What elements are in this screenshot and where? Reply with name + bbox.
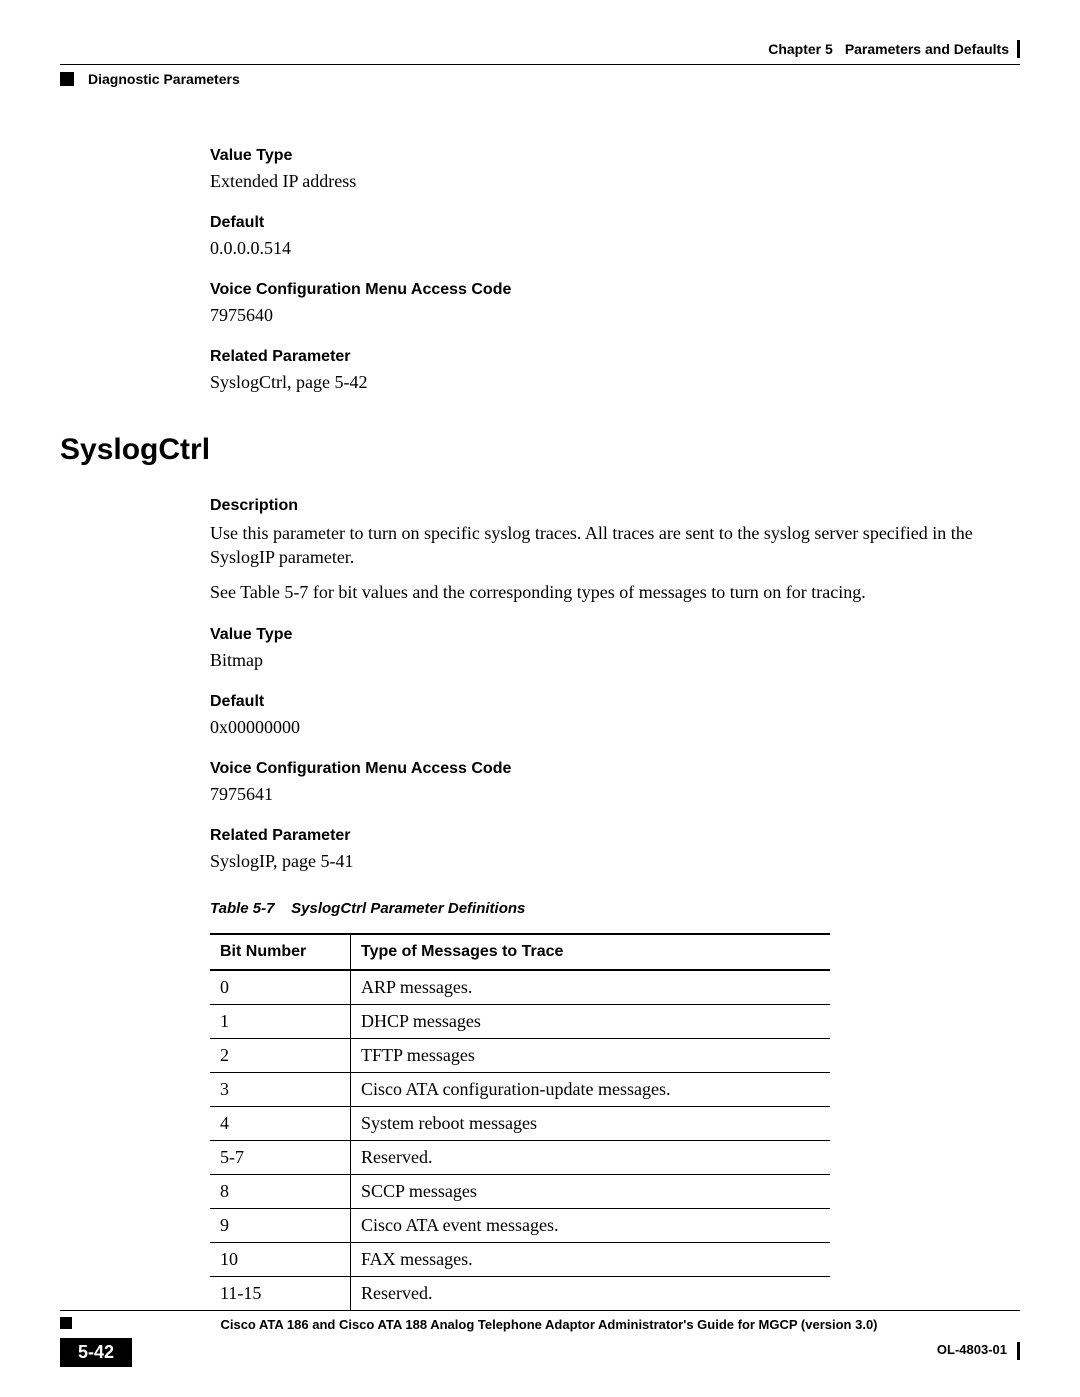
- footer-square-icon: [60, 1317, 72, 1329]
- table-row: 4System reboot messages: [210, 1106, 830, 1140]
- value-type-label: Value Type: [210, 147, 1020, 165]
- page-footer: Cisco ATA 186 and Cisco ATA 188 Analog T…: [60, 1310, 1020, 1367]
- default-label: Default: [210, 214, 1020, 232]
- book-title: Cisco ATA 186 and Cisco ATA 188 Analog T…: [78, 1317, 1020, 1332]
- footer-bar-icon: [1017, 1342, 1020, 1360]
- message-type-cell: FAX messages.: [351, 1242, 831, 1276]
- vcmac-label: Voice Configuration Menu Access Code: [210, 760, 1020, 778]
- chapter-label: Chapter 5: [768, 41, 833, 57]
- table-header-row: Bit Number Type of Messages to Trace: [210, 934, 830, 970]
- square-icon: [60, 72, 74, 86]
- default-value: 0.0.0.0.514: [210, 238, 1020, 259]
- table-title: SyslogCtrl Parameter Definitions: [291, 900, 525, 917]
- header-bar-icon: [1017, 40, 1020, 58]
- description-text-2: See Table 5-7 for bit values and the cor…: [210, 580, 1020, 604]
- value-type-label: Value Type: [210, 626, 1020, 644]
- bit-number-cell: 5-7: [210, 1140, 351, 1174]
- message-type-cell: Cisco ATA configuration-update messages.: [351, 1072, 831, 1106]
- vcmac-value: 7975640: [210, 305, 1020, 326]
- table-row: 9Cisco ATA event messages.: [210, 1208, 830, 1242]
- table-row: 3Cisco ATA configuration-update messages…: [210, 1072, 830, 1106]
- related-param-label: Related Parameter: [210, 827, 1020, 845]
- bit-number-cell: 8: [210, 1174, 351, 1208]
- message-type-cell: ARP messages.: [351, 970, 831, 1005]
- page-number: 5-42: [60, 1338, 132, 1367]
- bit-number-cell: 9: [210, 1208, 351, 1242]
- parameter-block-syslogip-continued: Value Type Extended IP address Default 0…: [210, 147, 1020, 393]
- message-type-cell: TFTP messages: [351, 1038, 831, 1072]
- parameter-block-syslogctrl: Description Use this parameter to turn o…: [210, 497, 1020, 1311]
- table-row: 8SCCP messages: [210, 1174, 830, 1208]
- bit-number-cell: 2: [210, 1038, 351, 1072]
- message-type-cell: DHCP messages: [351, 1004, 831, 1038]
- parameter-heading: SyslogCtrl: [60, 433, 1020, 467]
- default-value: 0x00000000: [210, 717, 1020, 738]
- table-row: 0ARP messages.: [210, 970, 830, 1005]
- bit-number-cell: 10: [210, 1242, 351, 1276]
- table-row: 2TFTP messages: [210, 1038, 830, 1072]
- bit-number-cell: 0: [210, 970, 351, 1005]
- syslogctrl-table: Bit Number Type of Messages to Trace 0AR…: [210, 933, 830, 1311]
- message-type-cell: Reserved.: [351, 1276, 831, 1310]
- col-bit-number: Bit Number: [210, 934, 351, 970]
- value-type: Extended IP address: [210, 171, 1020, 192]
- table-row: 1DHCP messages: [210, 1004, 830, 1038]
- table-row: 11-15Reserved.: [210, 1276, 830, 1310]
- default-label: Default: [210, 693, 1020, 711]
- vcmac-value: 7975641: [210, 784, 1020, 805]
- chapter-title: Parameters and Defaults: [845, 41, 1009, 57]
- col-message-type: Type of Messages to Trace: [351, 934, 831, 970]
- bit-number-cell: 11-15: [210, 1276, 351, 1310]
- section-title: Diagnostic Parameters: [88, 71, 240, 87]
- table-number: Table 5-7: [210, 900, 274, 917]
- message-type-cell: System reboot messages: [351, 1106, 831, 1140]
- message-type-cell: Reserved.: [351, 1140, 831, 1174]
- message-type-cell: Cisco ATA event messages.: [351, 1208, 831, 1242]
- bit-number-cell: 1: [210, 1004, 351, 1038]
- section-header: Diagnostic Parameters: [60, 64, 1020, 87]
- related-param: SyslogCtrl, page 5-42: [210, 372, 1020, 393]
- doc-number: OL-4803-01: [937, 1342, 1007, 1357]
- table-caption: Table 5-7 SyslogCtrl Parameter Definitio…: [210, 900, 1020, 917]
- running-header: Chapter 5 Parameters and Defaults: [60, 40, 1020, 58]
- description-text-1: Use this parameter to turn on specific s…: [210, 521, 1020, 570]
- related-param: SyslogIP, page 5-41: [210, 851, 1020, 872]
- related-param-label: Related Parameter: [210, 348, 1020, 366]
- description-label: Description: [210, 497, 1020, 515]
- bit-number-cell: 4: [210, 1106, 351, 1140]
- bit-number-cell: 3: [210, 1072, 351, 1106]
- value-type: Bitmap: [210, 650, 1020, 671]
- message-type-cell: SCCP messages: [351, 1174, 831, 1208]
- table-row: 5-7Reserved.: [210, 1140, 830, 1174]
- vcmac-label: Voice Configuration Menu Access Code: [210, 281, 1020, 299]
- table-row: 10FAX messages.: [210, 1242, 830, 1276]
